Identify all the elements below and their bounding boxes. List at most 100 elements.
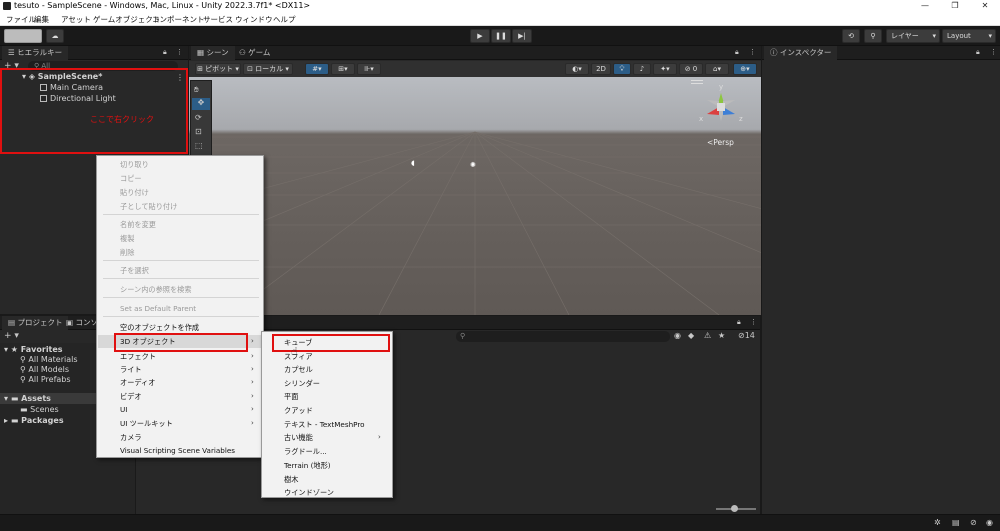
- submenu-item-legacy[interactable]: 古い機能: [284, 433, 313, 443]
- menu-item-ui[interactable]: UI: [120, 405, 127, 414]
- more-icon[interactable]: ⋮: [990, 48, 997, 56]
- move-tool-icon[interactable]: ✥: [192, 98, 210, 110]
- snap-icon[interactable]: ⊞▾: [331, 63, 355, 75]
- menu-file[interactable]: ファイル: [6, 14, 36, 25]
- orientation-gizmo[interactable]: y x z: [693, 81, 749, 137]
- camera-gizmo-icon[interactable]: ◖: [411, 159, 415, 167]
- menu-services[interactable]: サービス: [203, 14, 233, 25]
- more-icon[interactable]: ⋮: [750, 318, 757, 326]
- light-gizmo-icon[interactable]: ✺: [470, 161, 476, 169]
- filter-type-icon[interactable]: ◉: [674, 331, 681, 340]
- lock-icon[interactable]: 🔒︎: [976, 48, 980, 57]
- menu-item-audio[interactable]: オーディオ: [120, 378, 155, 388]
- hand-tool-icon[interactable]: ✋︎: [194, 85, 199, 95]
- pause-icon[interactable]: ❚❚: [491, 29, 511, 43]
- shading-mode-icon[interactable]: ◐▾: [565, 63, 589, 75]
- menu-item-cut[interactable]: 切り取り: [120, 160, 149, 170]
- lighting-icon[interactable]: 💡︎: [613, 63, 631, 75]
- menu-item-paste-as-child[interactable]: 子として貼り付け: [120, 202, 177, 212]
- menu-item-camera[interactable]: カメラ: [120, 433, 142, 443]
- overlay-menu-icon[interactable]: [691, 80, 703, 84]
- search-icon[interactable]: ⚲: [864, 29, 882, 43]
- favorite-all-models[interactable]: ⚲ All Models: [20, 365, 69, 374]
- submenu-item-tree[interactable]: 樹木: [284, 475, 298, 485]
- layers-dropdown[interactable]: レイヤー ▾: [886, 29, 940, 43]
- maximize-icon[interactable]: ❐: [940, 0, 970, 12]
- gizmos-icon[interactable]: ⊕▾: [733, 63, 757, 75]
- lock-icon[interactable]: 🔒︎: [735, 48, 739, 57]
- tab-hierarchy[interactable]: ☰ ヒエラルキー: [2, 46, 69, 60]
- tab-scene[interactable]: ▦ シーン: [191, 46, 235, 60]
- audio-icon[interactable]: ♪: [633, 63, 651, 75]
- zoom-slider-handle[interactable]: [731, 505, 738, 512]
- filter-label-icon[interactable]: ◆: [688, 331, 694, 340]
- play-icon[interactable]: ▶: [470, 29, 490, 43]
- submenu-item-plane[interactable]: 平面: [284, 392, 298, 402]
- hidden-count[interactable]: ⊘14: [738, 331, 755, 340]
- menu-assets[interactable]: アセット: [61, 14, 91, 25]
- more-icon[interactable]: ⋮: [176, 48, 183, 56]
- tab-inspector[interactable]: ⓘ インスペクター: [764, 46, 838, 60]
- menu-window[interactable]: ウィンドウ: [235, 14, 273, 25]
- close-icon[interactable]: ✕: [970, 0, 1000, 12]
- menu-item-visual-scripting[interactable]: Visual Scripting Scene Variables: [120, 446, 235, 455]
- menu-item-delete[interactable]: 削除: [120, 248, 134, 258]
- favorites-node[interactable]: ▾ ★ Favorites: [4, 345, 63, 354]
- rotate-tool-icon[interactable]: ⟳: [195, 113, 202, 122]
- history-icon[interactable]: ⟲: [842, 29, 860, 43]
- menu-item-select-children[interactable]: 子を選択: [120, 266, 149, 276]
- cloud-icon[interactable]: ☁: [46, 29, 64, 43]
- minimize-icon[interactable]: —: [910, 0, 940, 12]
- favorite-all-prefabs[interactable]: ⚲ All Prefabs: [20, 375, 71, 384]
- menu-component[interactable]: コンポーネント: [152, 14, 205, 25]
- submenu-item-capsule[interactable]: カプセル: [284, 365, 313, 375]
- effects-icon[interactable]: ✦▾: [653, 63, 677, 75]
- submenu-item-windzone[interactable]: ウインドゾーン: [284, 488, 334, 498]
- menu-item-find-references[interactable]: シーン内の参照を検索: [120, 285, 192, 295]
- menu-help[interactable]: ヘルプ: [273, 14, 296, 25]
- submenu-item-ragdoll[interactable]: ラグドール...: [284, 447, 327, 457]
- menu-item-rename[interactable]: 名前を変更: [120, 220, 156, 230]
- account-button[interactable]: [4, 29, 42, 43]
- increment-snap-icon[interactable]: ⊪▾: [357, 63, 381, 75]
- submenu-item-quad[interactable]: クアッド: [284, 406, 313, 416]
- auto-generate-icon[interactable]: ⊘: [970, 518, 977, 527]
- menu-gameobject[interactable]: ゲームオブジェクト: [93, 14, 160, 25]
- scale-tool-icon[interactable]: ⊡: [195, 127, 202, 136]
- scenes-folder[interactable]: ▬ Scenes: [20, 405, 59, 414]
- camera-settings-icon[interactable]: ⌂▾: [705, 63, 729, 75]
- menu-item-effects[interactable]: エフェクト: [120, 352, 156, 362]
- menu-item-video[interactable]: ビデオ: [120, 392, 142, 402]
- create-asset-icon[interactable]: + ▾: [4, 331, 19, 341]
- rect-tool-icon[interactable]: ⬚: [195, 141, 203, 150]
- menu-item-paste[interactable]: 貼り付け: [120, 188, 149, 198]
- lock-icon[interactable]: 🔒︎: [737, 318, 741, 327]
- menu-edit[interactable]: 編集: [34, 14, 49, 25]
- progress-check-icon[interactable]: ◉: [986, 518, 993, 527]
- more-icon[interactable]: ⋮: [749, 48, 756, 56]
- persp-label[interactable]: <Persp: [707, 138, 734, 147]
- layout-dropdown[interactable]: Layout ▾: [942, 29, 996, 43]
- step-icon[interactable]: ▶|: [512, 29, 532, 43]
- bug-icon[interactable]: ✲: [934, 518, 941, 527]
- submenu-item-terrain[interactable]: Terrain (地形): [284, 461, 331, 471]
- cache-icon[interactable]: ▤: [952, 518, 960, 527]
- submenu-item-sphere[interactable]: スフィア: [284, 352, 313, 362]
- menu-item-set-default-parent[interactable]: Set as Default Parent: [120, 304, 196, 313]
- lock-icon[interactable]: 🔒︎: [163, 48, 167, 57]
- submenu-item-cylinder[interactable]: シリンダー: [284, 379, 320, 389]
- grid-snap-icon[interactable]: #▾: [305, 63, 329, 75]
- hidden-objects-icon[interactable]: ⊘ 0: [679, 63, 703, 75]
- menu-item-ui-toolkit[interactable]: UI ツールキット: [120, 419, 173, 429]
- favorite-star-icon[interactable]: ★: [718, 331, 725, 340]
- menu-item-duplicate[interactable]: 複製: [120, 234, 134, 244]
- assets-node[interactable]: ▾ ▬ Assets: [4, 394, 51, 403]
- tab-project[interactable]: ▤ プロジェクト: [2, 316, 69, 330]
- submenu-item-textmeshpro[interactable]: テキスト - TextMeshPro: [284, 420, 365, 430]
- menu-item-create-empty[interactable]: 空のオブジェクトを作成: [120, 323, 199, 333]
- pivot-dropdown[interactable]: ⊞ ピボット ▾: [195, 63, 241, 75]
- local-dropdown[interactable]: ⊡ ローカル ▾: [243, 63, 293, 75]
- mode-2d-button[interactable]: 2D: [591, 63, 611, 75]
- project-search-input[interactable]: ⚲: [456, 331, 670, 342]
- packages-node[interactable]: ▸ ▬ Packages: [4, 416, 64, 425]
